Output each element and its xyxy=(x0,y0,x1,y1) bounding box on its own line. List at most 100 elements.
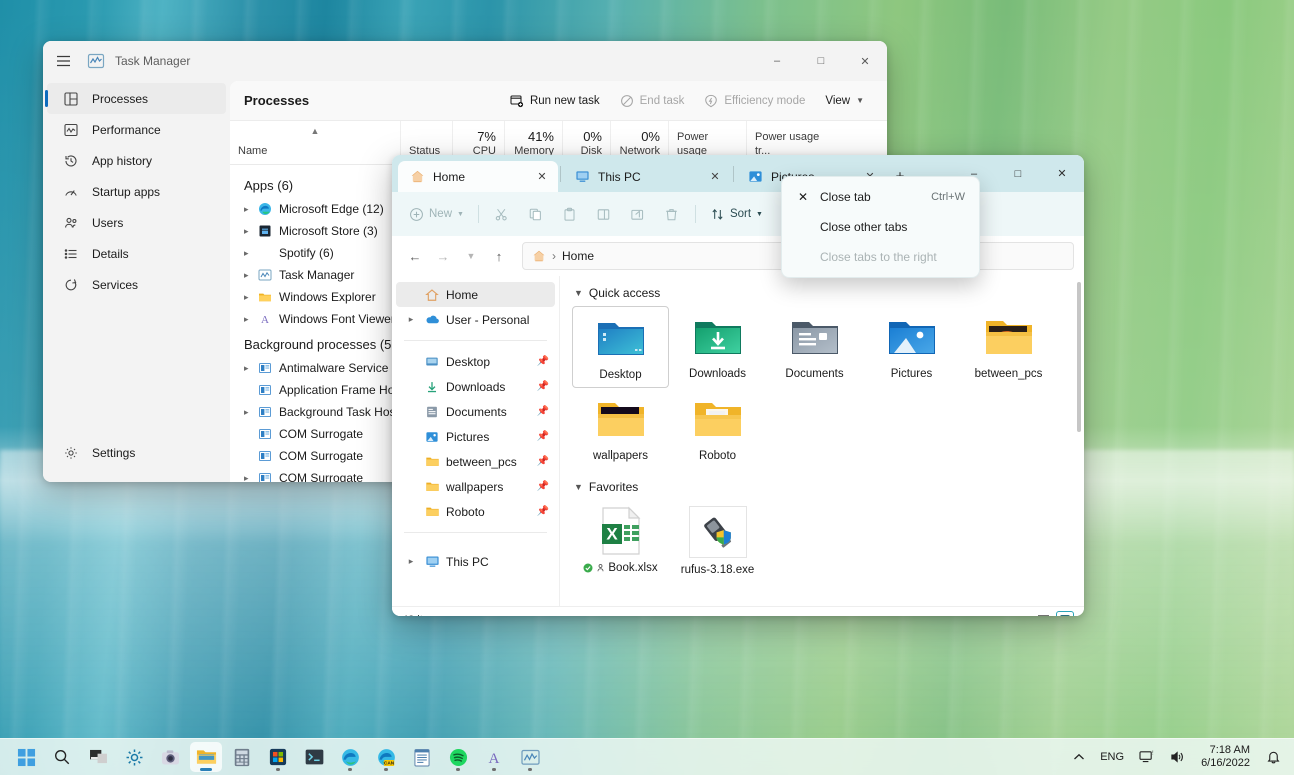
tray-overflow-button[interactable] xyxy=(1068,750,1090,764)
tab-context-menu[interactable]: ✕ Close tab Ctrl+W Close other tabs Clos… xyxy=(781,176,980,278)
expand-chevron-icon[interactable]: ▸ xyxy=(244,363,258,374)
paste-button[interactable] xyxy=(554,199,586,229)
spotify-button[interactable] xyxy=(442,742,474,772)
maximize-button[interactable]: □ xyxy=(799,41,843,81)
edge-canary-button[interactable]: CAN xyxy=(370,742,402,772)
run-new-task-button[interactable]: Run new task xyxy=(501,89,609,113)
task-view-button[interactable] xyxy=(82,742,114,772)
language-indicator[interactable]: ENG xyxy=(1095,748,1129,766)
expand-chevron-icon[interactable]: ▸ xyxy=(244,226,258,237)
list-view-button[interactable] xyxy=(1034,611,1052,616)
view-button[interactable]: View ▼ xyxy=(816,90,873,112)
expand-chevron-icon[interactable]: ▸ xyxy=(244,204,258,215)
column-name[interactable]: ▲ Name xyxy=(230,121,400,164)
chevron-down-icon[interactable]: ▼ xyxy=(574,288,583,298)
close-button[interactable]: ✕ xyxy=(1040,155,1084,192)
tab-home[interactable]: Home ✕ xyxy=(398,161,558,192)
nav-item-documents[interactable]: Documents 📌 xyxy=(396,399,555,424)
pin-icon[interactable]: 📌 xyxy=(537,381,549,392)
sidebar-item-app-history[interactable]: App history xyxy=(47,145,226,176)
nav-item-desktop[interactable]: Desktop 📌 xyxy=(396,349,555,374)
expand-chevron-icon[interactable]: ▸ xyxy=(244,314,258,325)
new-button[interactable]: New ▼ xyxy=(402,199,471,229)
file-explorer-window[interactable]: Home ✕ This PC ✕ Pictures ✕ + – xyxy=(392,155,1084,616)
sidebar-item-settings[interactable]: Settings xyxy=(47,437,226,468)
maximize-button[interactable]: □ xyxy=(996,155,1040,192)
file-item-desktop[interactable]: Desktop xyxy=(572,306,669,388)
chevron-down-icon[interactable]: ▼ xyxy=(574,482,583,492)
expand-chevron-icon[interactable]: ▸ xyxy=(244,248,258,259)
settings-button[interactable] xyxy=(118,742,150,772)
sidebar-item-details[interactable]: Details xyxy=(47,238,226,269)
edge-button[interactable] xyxy=(334,742,366,772)
close-button[interactable]: ✕ xyxy=(843,41,887,81)
file-item-wallpapers[interactable]: wallpapers xyxy=(572,388,669,468)
section-header-favorites[interactable]: ▼ Favorites xyxy=(574,480,1074,494)
search-button[interactable] xyxy=(46,742,78,772)
file-item-documents[interactable]: Documents xyxy=(766,306,863,388)
pin-icon[interactable]: 📌 xyxy=(537,456,549,467)
pin-icon[interactable]: 📌 xyxy=(537,481,549,492)
minimize-button[interactable]: – xyxy=(755,41,799,81)
pin-icon[interactable]: 📌 xyxy=(537,406,549,417)
pin-icon[interactable]: 📌 xyxy=(537,356,549,367)
hamburger-menu-icon[interactable] xyxy=(43,41,83,81)
terminal-button[interactable] xyxy=(298,742,330,772)
nav-item-between-pcs[interactable]: between_pcs 📌 xyxy=(396,449,555,474)
nav-item-this-pc[interactable]: ▸ This PC xyxy=(396,549,555,574)
tile-view-button[interactable] xyxy=(1056,610,1074,616)
pin-icon[interactable]: 📌 xyxy=(537,506,549,517)
notepad-button[interactable] xyxy=(406,742,438,772)
file-item-book-xlsx[interactable]: X Book.xlsx xyxy=(572,500,669,582)
scrollbar-thumb[interactable] xyxy=(1076,282,1081,432)
nav-item-roboto[interactable]: Roboto 📌 xyxy=(396,499,555,524)
tab-this-pc[interactable]: This PC ✕ xyxy=(563,161,731,192)
delete-button[interactable] xyxy=(656,199,688,229)
navigation-pane[interactable]: Home ▸ User - Personal Desktop 📌 Downloa… xyxy=(392,276,560,606)
task-manager-button[interactable] xyxy=(514,742,546,772)
cut-button[interactable] xyxy=(486,199,518,229)
sidebar-item-services[interactable]: Services xyxy=(47,269,226,300)
notifications-button[interactable] xyxy=(1261,747,1286,768)
sidebar-item-users[interactable]: Users xyxy=(47,207,226,238)
camera-button[interactable] xyxy=(154,742,186,772)
nav-item-downloads[interactable]: Downloads 📌 xyxy=(396,374,555,399)
nav-item-home[interactable]: Home xyxy=(396,282,555,307)
volume-button[interactable] xyxy=(1165,747,1190,767)
back-button[interactable]: ← xyxy=(402,243,428,269)
section-header-quick-access[interactable]: ▼ Quick access xyxy=(574,286,1074,300)
file-item-rufus-exe[interactable]: rufus-3.18.exe xyxy=(669,500,766,582)
clock-button[interactable]: 7:18 AM 6/16/2022 xyxy=(1195,742,1256,772)
nav-item-onedrive[interactable]: ▸ User - Personal xyxy=(396,307,555,332)
end-task-button[interactable]: End task xyxy=(611,89,694,113)
expand-chevron-icon[interactable]: ▸ xyxy=(404,314,418,325)
recent-locations-button[interactable]: ▼ xyxy=(458,243,484,269)
expand-chevron-icon[interactable]: ▸ xyxy=(244,292,258,303)
pin-icon[interactable]: 📌 xyxy=(537,431,549,442)
sidebar-item-performance[interactable]: Performance xyxy=(47,114,226,145)
efficiency-mode-button[interactable]: Efficiency mode xyxy=(695,89,814,113)
microsoft-store-button[interactable] xyxy=(262,742,294,772)
sidebar-item-processes[interactable]: Processes xyxy=(45,83,226,114)
expand-chevron-icon[interactable]: ▸ xyxy=(244,473,258,483)
context-menu-item-close-other-tabs[interactable]: Close other tabs xyxy=(786,212,975,242)
up-button[interactable]: ↑ xyxy=(486,243,512,269)
nav-item-wallpapers[interactable]: wallpapers 📌 xyxy=(396,474,555,499)
nav-item-pictures[interactable]: Pictures 📌 xyxy=(396,424,555,449)
network-button[interactable]: ! xyxy=(1134,747,1160,767)
rename-button[interactable] xyxy=(588,199,620,229)
file-list-scrollbar[interactable] xyxy=(1075,282,1082,582)
file-list-pane[interactable]: ▼ Quick access Desktop Downloads Documen… xyxy=(560,276,1084,606)
sort-button[interactable]: Sort ▼ xyxy=(703,199,770,229)
taskbar[interactable]: CAN A ENG ! 7:18 AM 6/16/2022 xyxy=(0,738,1294,775)
file-item-pictures[interactable]: Pictures xyxy=(863,306,960,388)
font-viewer-button[interactable]: A xyxy=(478,742,510,772)
sidebar-item-startup-apps[interactable]: Startup apps xyxy=(47,176,226,207)
tab-close-icon[interactable]: ✕ xyxy=(705,167,725,187)
expand-chevron-icon[interactable]: ▸ xyxy=(244,407,258,418)
forward-button[interactable]: → xyxy=(430,243,456,269)
tab-close-icon[interactable]: ✕ xyxy=(532,167,552,187)
share-button[interactable] xyxy=(622,199,654,229)
expand-chevron-icon[interactable]: ▸ xyxy=(244,270,258,281)
expand-chevron-icon[interactable]: ▸ xyxy=(404,556,418,567)
